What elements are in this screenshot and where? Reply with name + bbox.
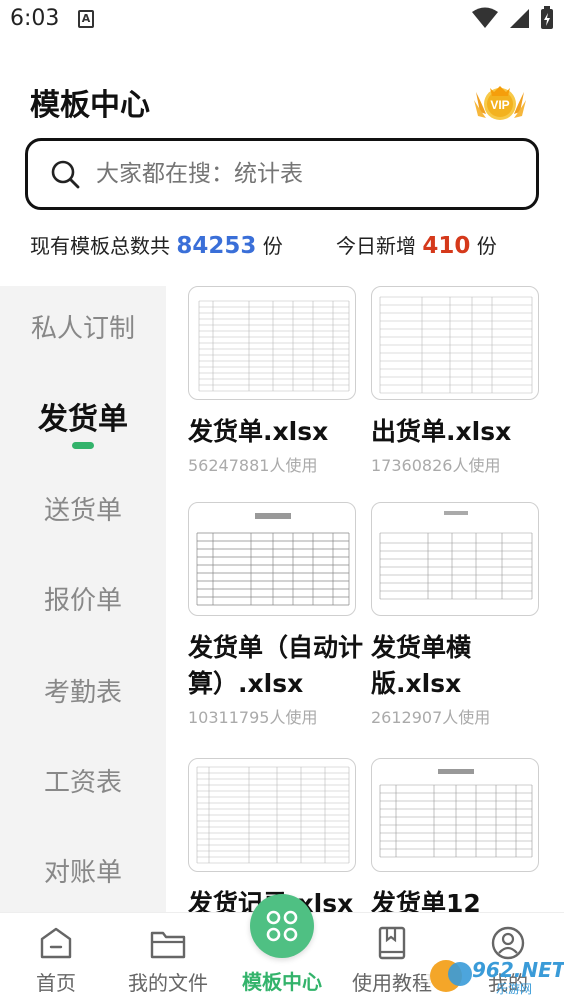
sidebar-item-statement[interactable]: 对账单 — [0, 852, 166, 889]
template-card[interactable]: 发货单12 — [371, 758, 539, 924]
sidebar-item-attendance[interactable]: 考勤表 — [0, 672, 166, 709]
vip-text: VIP — [490, 98, 509, 112]
template-thumbnail — [371, 758, 539, 872]
spreadsheet-thumbnail-icon — [196, 766, 350, 864]
sidebar-item-shipping-note[interactable]: 送货单 — [0, 490, 166, 527]
template-title: 发货单横版.xlsx — [371, 633, 472, 698]
nav-my-files[interactable]: 我的文件 — [112, 919, 224, 996]
sidebar-item-delivery-note[interactable]: 发货单 — [0, 394, 166, 438]
category-sidebar: 私人订制 发货单 送货单 报价单 考勤表 工资表 对账单 — [0, 286, 166, 912]
page-title: 模板中心 — [30, 88, 150, 123]
template-card[interactable]: 出货单.xlsx 17360826人使用 — [371, 286, 539, 476]
spreadsheet-thumbnail-icon — [379, 511, 533, 600]
nav-home[interactable]: 首页 — [0, 919, 112, 996]
vip-badge[interactable]: VIP — [472, 82, 528, 126]
template-stats: 现有模板总数共 84253 份 今日新增 410 份 — [30, 230, 540, 266]
template-usage: 10311795人使用 — [188, 708, 318, 727]
today-suffix: 份 — [476, 234, 497, 258]
notification-icon: A — [78, 10, 94, 28]
template-thumbnail — [188, 502, 356, 616]
wifi-icon — [472, 7, 498, 28]
template-thumbnail — [371, 286, 539, 400]
search-icon — [51, 160, 80, 189]
signal-icon — [510, 9, 529, 28]
today-stat: 今日新增 410 份 — [336, 230, 497, 259]
template-card[interactable]: 发货单横版.xlsx 2612907人使用 — [371, 502, 539, 728]
total-stat: 现有模板总数共 84253 份 — [30, 230, 283, 259]
total-prefix: 现有模板总数共 — [30, 234, 170, 258]
template-thumbnail — [188, 286, 356, 400]
today-count: 410 — [422, 233, 471, 259]
spreadsheet-thumbnail-icon — [379, 296, 533, 394]
battery-icon — [541, 6, 553, 29]
search-bar[interactable] — [25, 138, 539, 210]
template-usage: 2612907人使用 — [371, 708, 491, 727]
total-count: 84253 — [176, 233, 257, 259]
active-indicator — [72, 442, 94, 449]
template-usage: 17360826人使用 — [371, 456, 501, 475]
folder-icon — [150, 931, 186, 959]
template-thumbnail — [371, 502, 539, 616]
home-icon — [40, 927, 72, 959]
spreadsheet-thumbnail-icon — [379, 769, 533, 858]
template-title: 出货单.xlsx — [371, 417, 512, 446]
template-title: 发货单.xlsx — [188, 417, 329, 446]
status-icons — [472, 6, 554, 30]
template-title: 发货单（自动计算）.xlsx — [188, 633, 364, 698]
status-time: 6:03 — [10, 6, 60, 31]
spreadsheet-thumbnail-icon — [198, 300, 350, 392]
total-suffix: 份 — [262, 234, 283, 258]
status-bar: 6:03 A — [0, 0, 564, 40]
sidebar-item-quotation[interactable]: 报价单 — [0, 580, 166, 617]
vip-crown-icon: VIP — [474, 86, 526, 120]
nav-label: 首页 — [36, 971, 76, 995]
sidebar-item-custom[interactable]: 私人订制 — [0, 308, 166, 345]
sidebar-item-payroll[interactable]: 工资表 — [0, 762, 166, 799]
nav-label: 我的文件 — [128, 971, 208, 995]
template-card[interactable]: 发货单.xlsx 56247881人使用 — [188, 286, 356, 476]
watermark-subtext: 乐游网 — [496, 982, 533, 996]
template-usage: 56247881人使用 — [188, 456, 318, 475]
template-thumbnail — [188, 758, 356, 872]
grid-icon — [266, 910, 298, 942]
nav-template-center[interactable] — [250, 894, 314, 958]
template-card[interactable]: 发货单（自动计算）.xlsx 10311795人使用 — [188, 502, 363, 728]
watermark-text: 962.NET — [472, 958, 564, 982]
spreadsheet-thumbnail-icon — [196, 513, 350, 606]
book-icon — [378, 926, 406, 960]
today-prefix: 今日新增 — [336, 234, 416, 258]
search-input[interactable] — [96, 161, 496, 187]
nav-label-template-center[interactable]: 模板中心 — [222, 966, 342, 995]
